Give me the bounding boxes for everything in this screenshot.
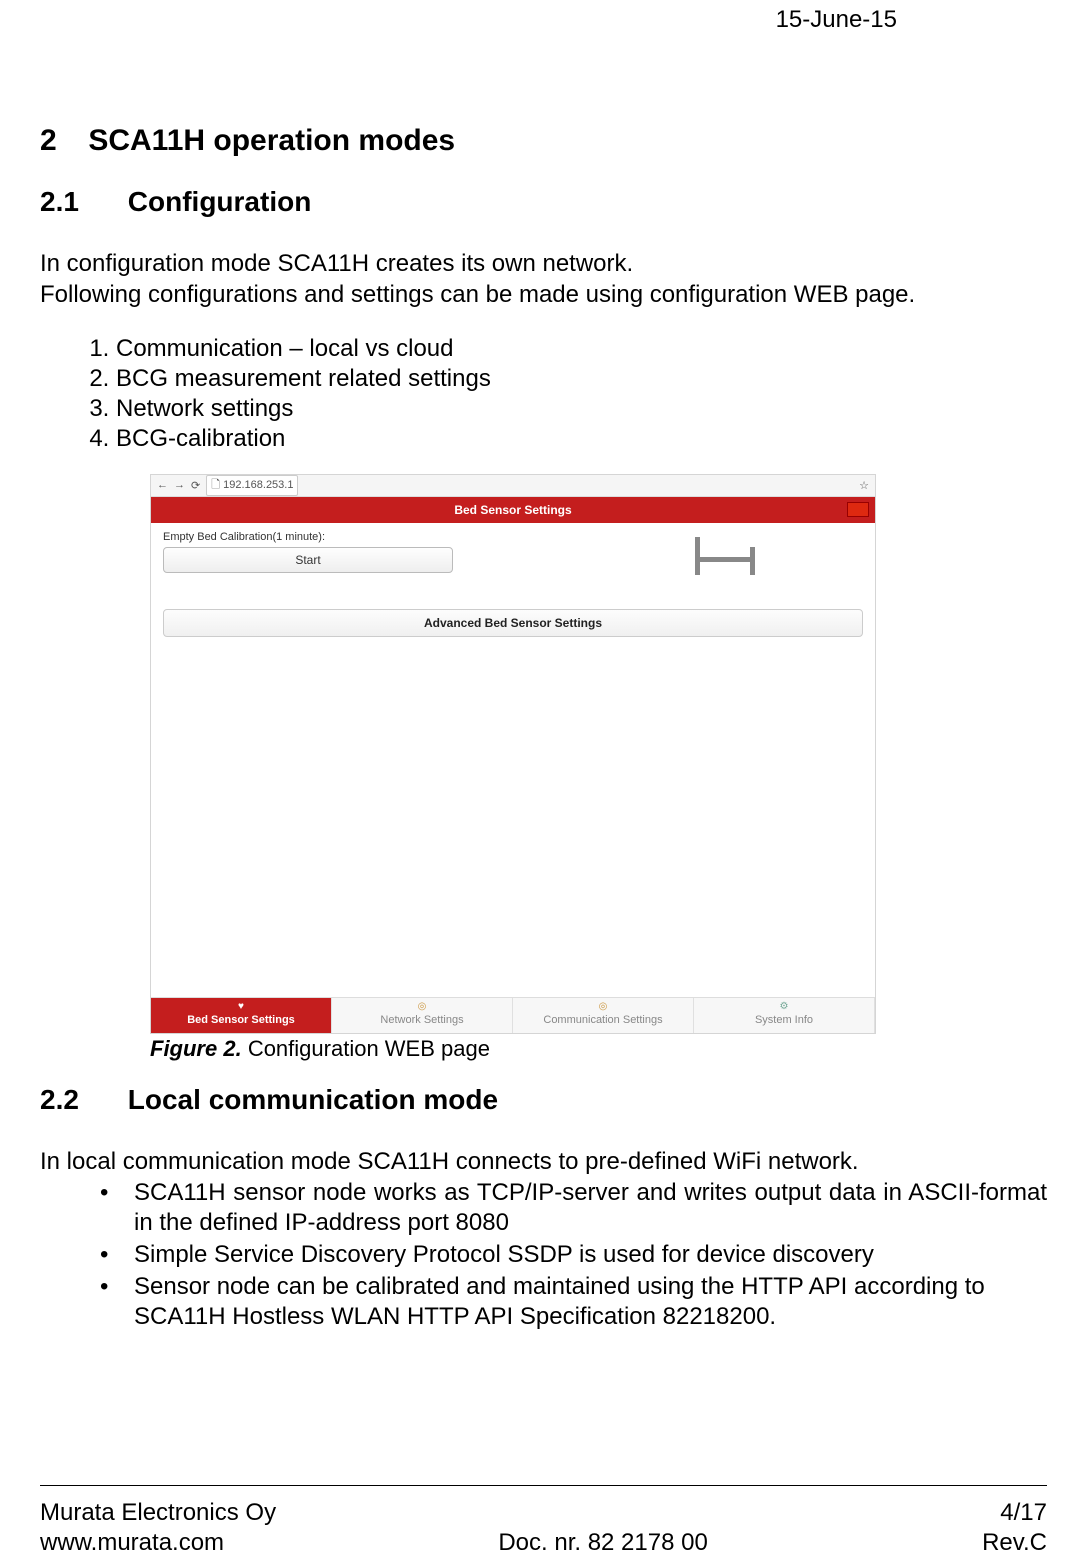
screenshot-body: Empty Bed Calibration(1 minute): Start A… bbox=[151, 523, 875, 645]
config-page-screenshot: ← → ⟳ 🗋 192.168.253.1 ☆ Bed Sensor Setti… bbox=[150, 474, 876, 1034]
tab-communication-settings[interactable]: ◎ Communication Settings bbox=[513, 998, 694, 1033]
tab-bed-sensor-settings[interactable]: ♥ Bed Sensor Settings bbox=[151, 998, 332, 1033]
section-title: SCA11H operation modes bbox=[88, 124, 455, 157]
section-2-heading: 2 SCA11H operation modes bbox=[40, 124, 1047, 158]
list-item: Sensor node can be calibrated and mainta… bbox=[100, 1272, 1047, 1332]
list-item: BCG measurement related settings bbox=[116, 364, 1047, 394]
star-icon: ☆ bbox=[859, 479, 869, 492]
list-item: Network settings bbox=[116, 394, 1047, 424]
page-content: 2 SCA11H operation modes 2.1 Configurati… bbox=[40, 34, 1047, 1332]
paragraph: Following configurations and settings ca… bbox=[40, 281, 1047, 310]
footer-row-1: Murata Electronics Oy 4/17 bbox=[40, 1498, 1047, 1528]
start-button[interactable]: Start bbox=[163, 547, 453, 573]
footer-page: 4/17 bbox=[1000, 1498, 1047, 1528]
page-header-bar: Bed Sensor Settings bbox=[151, 497, 875, 523]
section-2-2-heading: 2.2 Local communication mode bbox=[40, 1084, 1047, 1116]
figure-label: Figure 2. bbox=[150, 1036, 242, 1061]
tab-system-info[interactable]: ⚙ System Info bbox=[694, 998, 875, 1033]
subsection-title: Configuration bbox=[128, 186, 312, 217]
section-number: 2 bbox=[40, 124, 80, 158]
gear-icon: ⚙ bbox=[694, 1002, 874, 1012]
figure-caption-text: Configuration WEB page bbox=[248, 1036, 490, 1061]
header-date: 15-June-15 bbox=[40, 0, 1047, 34]
browser-toolbar: ← → ⟳ 🗋 192.168.253.1 ☆ bbox=[151, 475, 875, 497]
bed-icon bbox=[695, 537, 755, 577]
subsection-title: Local communication mode bbox=[128, 1084, 498, 1115]
subsection-number: 2.1 bbox=[40, 186, 120, 218]
advanced-settings-accordion[interactable]: Advanced Bed Sensor Settings bbox=[163, 609, 863, 637]
tab-label: Bed Sensor Settings bbox=[187, 1014, 295, 1026]
page-header-title: Bed Sensor Settings bbox=[454, 503, 571, 517]
flag-icon bbox=[847, 502, 869, 517]
url-box: 🗋 192.168.253.1 bbox=[206, 475, 298, 496]
tab-network-settings[interactable]: ◎ Network Settings bbox=[332, 998, 513, 1033]
section-2-1-heading: 2.1 Configuration bbox=[40, 186, 1047, 218]
config-list: Communication – local vs cloud BCG measu… bbox=[116, 334, 1047, 454]
url-text: 192.168.253.1 bbox=[223, 479, 293, 491]
tab-label: Network Settings bbox=[380, 1014, 463, 1026]
target-icon: ◎ bbox=[332, 1002, 512, 1012]
list-item: BCG-calibration bbox=[116, 424, 1047, 454]
footer-row-2: www.murata.com Doc. nr. 82 2178 00 Rev.C bbox=[40, 1528, 1047, 1558]
forward-icon: → bbox=[174, 479, 185, 491]
list-item: SCA11H sensor node works as TCP/IP-serve… bbox=[100, 1178, 1047, 1238]
back-icon: ← bbox=[157, 479, 168, 491]
footer-rev: Rev.C bbox=[982, 1528, 1047, 1558]
bottom-tabs: ♥ Bed Sensor Settings ◎ Network Settings… bbox=[151, 997, 875, 1033]
subsection-number: 2.2 bbox=[40, 1084, 120, 1116]
heart-icon: ♥ bbox=[151, 1002, 331, 1012]
footer-rule bbox=[40, 1485, 1047, 1486]
paragraph: In configuration mode SCA11H creates its… bbox=[40, 250, 1047, 279]
reload-icon: ⟳ bbox=[191, 479, 200, 492]
list-item: Communication – local vs cloud bbox=[116, 334, 1047, 364]
footer-website: www.murata.com bbox=[40, 1528, 224, 1558]
local-mode-list: SCA11H sensor node works as TCP/IP-serve… bbox=[100, 1178, 1047, 1332]
paragraph: In local communication mode SCA11H conne… bbox=[40, 1148, 1047, 1177]
target-icon: ◎ bbox=[513, 1002, 693, 1012]
figure-caption: Figure 2. Configuration WEB page bbox=[150, 1036, 876, 1062]
figure-2: ← → ⟳ 🗋 192.168.253.1 ☆ Bed Sensor Setti… bbox=[150, 474, 876, 1062]
calibration-label: Empty Bed Calibration(1 minute): bbox=[163, 531, 863, 543]
tab-label: System Info bbox=[755, 1014, 813, 1026]
footer-docnr: Doc. nr. 82 2178 00 bbox=[498, 1528, 707, 1558]
footer-company: Murata Electronics Oy bbox=[40, 1498, 276, 1528]
page-footer: Murata Electronics Oy 4/17 www.murata.co… bbox=[40, 1485, 1047, 1558]
tab-label: Communication Settings bbox=[543, 1014, 662, 1026]
list-item: Simple Service Discovery Protocol SSDP i… bbox=[100, 1240, 1047, 1270]
